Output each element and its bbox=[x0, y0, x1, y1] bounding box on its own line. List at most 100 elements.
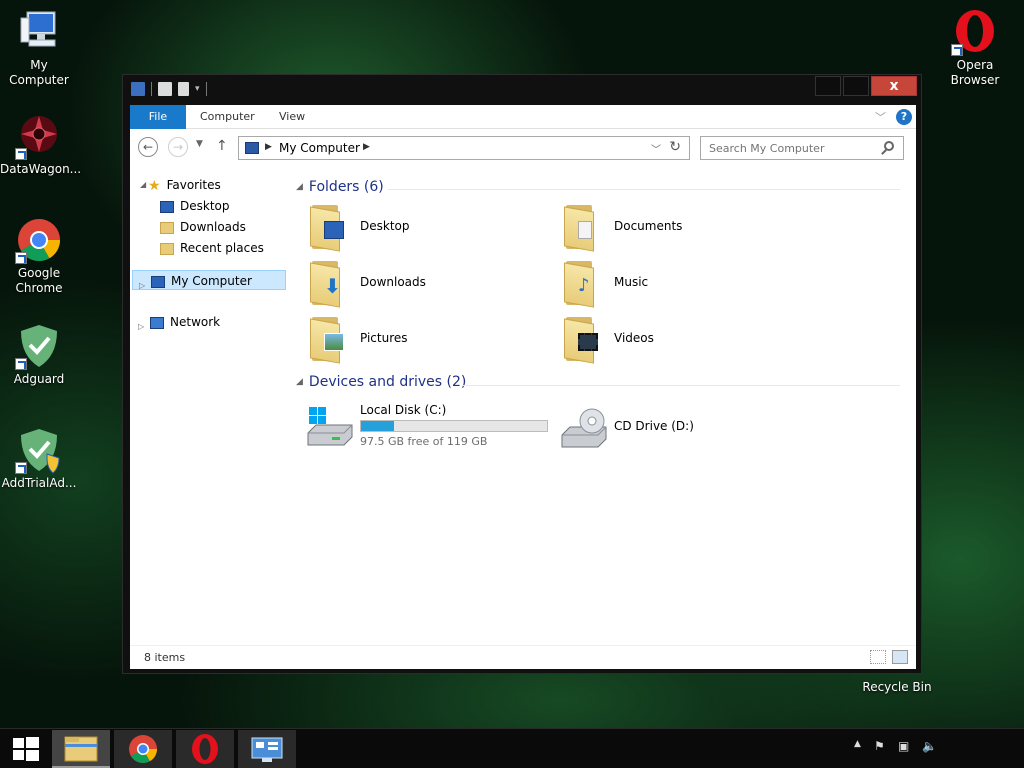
search-box[interactable] bbox=[700, 136, 904, 160]
desktop-icon-datawagon[interactable]: DataWagon... bbox=[0, 112, 81, 177]
group-folders-title: Folders (6) bbox=[308, 179, 384, 195]
taskbar-file-explorer[interactable] bbox=[52, 730, 110, 768]
ribbon-tabs: File Computer View ﹀ ? bbox=[130, 105, 916, 129]
computer-small-icon[interactable] bbox=[131, 82, 145, 96]
folder-label: Desktop bbox=[360, 219, 410, 233]
desktop-folder-icon bbox=[308, 205, 350, 252]
title-bar[interactable]: ▾ x bbox=[123, 75, 923, 105]
shortcut-arrow-icon bbox=[951, 44, 963, 56]
recent-locations-icon[interactable]: ▼ bbox=[196, 139, 203, 149]
forward-button[interactable]: → bbox=[168, 137, 188, 157]
folder-label: Music bbox=[614, 275, 649, 289]
breadcrumb-arrow-icon[interactable]: ▶ bbox=[363, 142, 370, 152]
customize-toolbar-icon[interactable]: ▾ bbox=[195, 84, 200, 94]
folder-label: Pictures bbox=[360, 331, 408, 345]
collapse-icon[interactable]: ◢ bbox=[140, 180, 146, 189]
tab-file[interactable]: File bbox=[130, 105, 186, 129]
close-button[interactable]: x bbox=[871, 76, 917, 96]
nav-item-label: Desktop bbox=[180, 199, 230, 213]
nav-favorites-recent-places[interactable]: Recent places bbox=[160, 238, 264, 258]
folder-music[interactable]: ♪ Music bbox=[562, 259, 812, 309]
shortcut-arrow-icon bbox=[15, 252, 27, 264]
status-bar: 8 items bbox=[130, 645, 916, 669]
taskbar-chrome[interactable] bbox=[114, 730, 172, 768]
start-button[interactable] bbox=[0, 729, 52, 768]
search-input[interactable] bbox=[709, 138, 879, 158]
item-count: 8 items bbox=[144, 651, 186, 664]
refresh-icon[interactable]: ↻ bbox=[669, 139, 681, 155]
up-button[interactable]: ↑ bbox=[216, 138, 228, 154]
drive-name: CD Drive (D:) bbox=[614, 419, 694, 433]
large-icons-view-icon[interactable] bbox=[892, 650, 908, 664]
shortcut-arrow-icon bbox=[15, 358, 27, 370]
desktop-icon-recycle-bin[interactable]: Recycle Bin bbox=[857, 680, 937, 695]
cd-drive-icon bbox=[560, 407, 608, 449]
drive-usage-bar bbox=[360, 420, 548, 432]
recent-places-icon bbox=[160, 242, 174, 255]
folder-pictures[interactable]: Pictures bbox=[308, 315, 558, 365]
drive-cd-d[interactable]: CD Drive (D:) bbox=[560, 403, 810, 453]
taskbar-control-panel[interactable] bbox=[238, 730, 296, 768]
action-center-flag-icon[interactable]: ⚑ bbox=[874, 739, 885, 753]
folder-label: Downloads bbox=[360, 275, 426, 289]
group-devices-title: Devices and drives (2) bbox=[308, 374, 467, 390]
collapse-icon: ◢ bbox=[296, 182, 303, 192]
group-devices-header[interactable]: ◢ Devices and drives (2) bbox=[296, 374, 466, 396]
show-hidden-icons-icon[interactable]: ▲ bbox=[854, 739, 861, 749]
maximize-button[interactable] bbox=[843, 76, 869, 96]
folder-downloads[interactable]: ⬇ Downloads bbox=[308, 259, 558, 309]
chrome-icon bbox=[15, 216, 63, 264]
search-icon[interactable] bbox=[884, 141, 894, 151]
expand-ribbon-icon[interactable]: ﹀ bbox=[875, 109, 886, 125]
desktop-icon-label: My Computer bbox=[9, 58, 69, 87]
nav-favorites-desktop[interactable]: Desktop bbox=[160, 196, 230, 216]
desktop-icon-google-chrome[interactable]: Google Chrome bbox=[0, 216, 78, 296]
desktop-icon-adguard[interactable]: Adguard bbox=[0, 322, 78, 387]
breadcrumb-arrow-icon[interactable]: ▶ bbox=[265, 142, 272, 152]
adguard-shield-icon bbox=[15, 426, 63, 474]
tab-view[interactable]: View bbox=[265, 105, 319, 129]
help-icon[interactable]: ? bbox=[896, 109, 912, 125]
details-view-icon[interactable] bbox=[870, 650, 886, 664]
desktop-icon-label: Opera Browser bbox=[950, 58, 1000, 87]
properties-icon[interactable] bbox=[158, 82, 172, 96]
desktop-icon-addtrialad[interactable]: AddTrialAd... bbox=[0, 426, 78, 491]
opera-icon bbox=[951, 8, 999, 56]
folder-desktop[interactable]: Desktop bbox=[308, 203, 558, 253]
desktop-icon-label: Recycle Bin bbox=[862, 680, 932, 694]
nav-my-computer[interactable]: ▷ My Computer bbox=[132, 270, 286, 290]
desktop-icon-label: Google Chrome bbox=[15, 266, 63, 295]
hard-drive-icon bbox=[306, 407, 354, 449]
taskbar-opera[interactable] bbox=[176, 730, 234, 768]
expand-icon[interactable]: ▷ bbox=[139, 276, 145, 296]
address-bar[interactable]: ▶ My Computer ▶ ﹀ ↻ bbox=[238, 136, 690, 160]
desktop-icon-opera[interactable]: Opera Browser bbox=[936, 8, 1014, 88]
network-icon bbox=[150, 316, 164, 329]
new-folder-icon[interactable] bbox=[178, 82, 189, 96]
volume-muted-icon[interactable]: 🔈 bbox=[922, 739, 937, 753]
tab-computer[interactable]: Computer bbox=[186, 105, 269, 129]
drive-local-disk-c[interactable]: Local Disk (C:) 97.5 GB free of 119 GB bbox=[306, 403, 556, 453]
control-panel-icon bbox=[251, 737, 283, 762]
breadcrumb-my-computer[interactable]: My Computer bbox=[279, 141, 360, 155]
downloads-icon bbox=[160, 221, 174, 234]
folder-documents[interactable]: Documents bbox=[562, 203, 812, 253]
nav-network[interactable]: ▷ Network bbox=[132, 312, 220, 332]
nav-favorites[interactable]: ★ Favorites bbox=[148, 175, 221, 195]
desktop-icon-my-computer[interactable]: My Computer bbox=[0, 8, 78, 88]
minimize-button[interactable] bbox=[815, 76, 841, 96]
navigation-bar: ← → ▼ ↑ ▶ My Computer ▶ ﹀ ↻ bbox=[130, 129, 916, 165]
datawagon-icon bbox=[15, 112, 63, 160]
music-folder-icon: ♪ bbox=[562, 261, 604, 308]
group-folders-header[interactable]: ◢ Folders (6) bbox=[296, 179, 384, 201]
expand-icon[interactable]: ▷ bbox=[138, 317, 144, 337]
desktop-icon-label: AddTrialAd... bbox=[1, 476, 77, 490]
folder-videos[interactable]: Videos bbox=[562, 315, 812, 365]
pictures-folder-icon bbox=[308, 317, 350, 364]
file-explorer-icon bbox=[64, 736, 98, 762]
network-status-icon[interactable]: ▣ bbox=[898, 739, 909, 753]
chevron-down-icon[interactable]: ﹀ bbox=[651, 141, 661, 156]
computer-icon bbox=[15, 8, 63, 56]
back-button[interactable]: ← bbox=[138, 137, 158, 157]
nav-favorites-downloads[interactable]: Downloads bbox=[160, 217, 246, 237]
